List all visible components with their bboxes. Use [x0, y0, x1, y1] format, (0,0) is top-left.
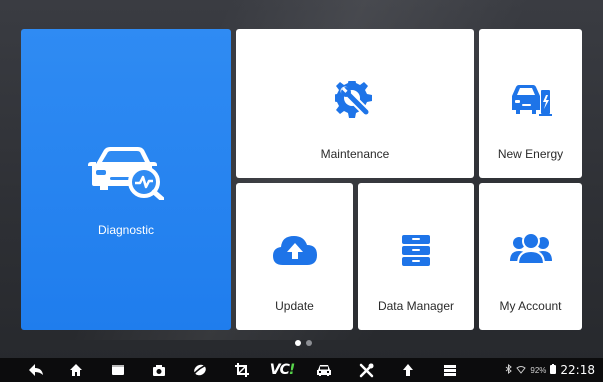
tile-my-account[interactable]: My Account: [479, 183, 582, 330]
battery-percent: 92%: [530, 365, 547, 375]
page-dot-active[interactable]: [295, 340, 301, 346]
camera-icon[interactable]: [149, 362, 169, 378]
filing-cabinet-icon: [401, 233, 431, 272]
vci-icon[interactable]: VC!: [269, 362, 296, 378]
wifi-icon: [516, 361, 527, 379]
crop-icon[interactable]: [232, 362, 252, 378]
tile-data-manager-label: Data Manager: [377, 299, 455, 313]
upload-icon[interactable]: [398, 362, 418, 378]
menu-icon[interactable]: [440, 362, 460, 378]
recent-apps-icon[interactable]: [108, 362, 128, 378]
tile-new-energy[interactable]: New Energy: [479, 29, 582, 178]
users-icon: [509, 231, 552, 270]
page-indicator: [295, 340, 312, 346]
tile-data-manager[interactable]: Data Manager: [358, 183, 474, 330]
ev-car-charger-icon: [509, 84, 553, 123]
clock-time: 22:18: [560, 363, 595, 377]
status-area: 92% 22:18: [505, 362, 595, 378]
back-icon[interactable]: [26, 362, 46, 378]
vci-status-mark: !: [288, 362, 295, 378]
gear-wrench-icon: [332, 78, 375, 126]
cloud-upload-icon: [272, 233, 318, 272]
car-diagnostic-icon: [88, 144, 165, 205]
tile-update-label: Update: [275, 299, 314, 313]
browser-icon[interactable]: [190, 362, 210, 378]
tile-my-account-label: My Account: [499, 299, 562, 313]
navigation-bar: VC! 92% 22:18: [0, 358, 603, 382]
battery-icon: [550, 361, 557, 379]
page-dot[interactable]: [306, 340, 312, 346]
vci-text: VC: [269, 362, 290, 378]
tile-diagnostic-label: Diagnostic: [97, 223, 155, 237]
tile-update[interactable]: Update: [236, 183, 353, 330]
car-icon[interactable]: [314, 362, 334, 378]
tile-diagnostic[interactable]: Diagnostic: [21, 29, 231, 330]
tile-new-energy-label: New Energy: [497, 147, 564, 161]
tools-icon[interactable]: [356, 362, 376, 378]
tile-maintenance[interactable]: Maintenance: [236, 29, 474, 178]
bluetooth-icon: [505, 363, 513, 376]
tile-maintenance-label: Maintenance: [320, 147, 390, 161]
home-icon[interactable]: [66, 362, 86, 378]
